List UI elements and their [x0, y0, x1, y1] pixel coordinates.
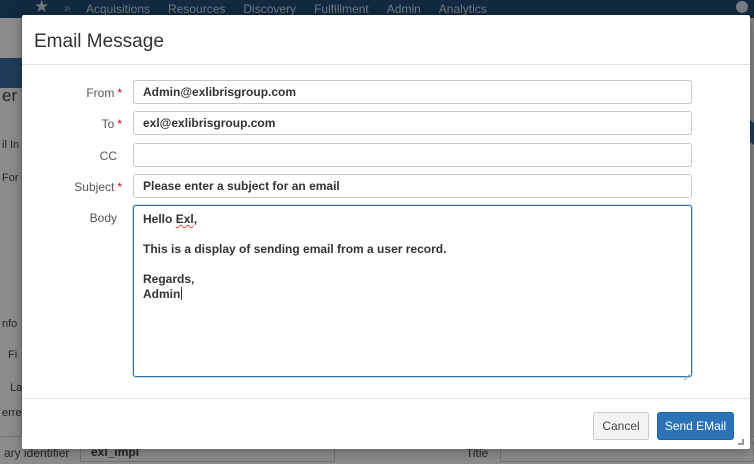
- required-marker: *: [117, 117, 122, 131]
- from-label: From *: [22, 86, 122, 100]
- dialog-resize-handle[interactable]: [738, 439, 744, 445]
- subject-label-text: Subject: [74, 180, 115, 194]
- email-message-dialog: Email Message From * Admin@exlibrisgroup.…: [22, 15, 750, 449]
- body-blank-line: [143, 227, 682, 242]
- subject-field[interactable]: Please enter a subject for an email: [133, 174, 692, 198]
- body-signature-text: Admin: [143, 287, 181, 301]
- send-email-button[interactable]: Send EMail: [657, 412, 734, 440]
- to-field[interactable]: exl@exlibrisgroup.com: [133, 111, 692, 135]
- body-line-regards: Regards,: [143, 272, 195, 286]
- dialog-title: Email Message: [34, 31, 164, 52]
- body-greeting-text: Hello: [143, 212, 173, 226]
- body-line-message: This is a display of sending email from …: [143, 242, 447, 256]
- to-label-text: To: [101, 117, 115, 131]
- to-label: To *: [22, 117, 122, 131]
- body-label: Body: [22, 211, 122, 225]
- body-textarea[interactable]: Hello Exl, This is a display of sending …: [133, 205, 692, 377]
- dialog-header: Email Message: [22, 15, 750, 65]
- body-name-text: Exl: [175, 212, 194, 226]
- body-label-text: Body: [89, 211, 117, 225]
- body-line-signature: Admin: [143, 287, 682, 302]
- required-marker: *: [117, 180, 122, 194]
- text-cursor: [181, 287, 183, 300]
- subject-label: Subject *: [22, 180, 122, 194]
- textarea-resize-handle[interactable]: [682, 367, 690, 375]
- body-comma-text: ,: [193, 212, 198, 226]
- from-field[interactable]: Admin@exlibrisgroup.com: [133, 80, 692, 104]
- cc-label: CC: [22, 149, 122, 163]
- cc-field[interactable]: [133, 143, 692, 167]
- from-label-text: From: [86, 86, 115, 100]
- cc-label-text: CC: [99, 149, 117, 163]
- body-line-greeting: Hello Exl,: [143, 212, 682, 227]
- cancel-button[interactable]: Cancel: [593, 412, 649, 440]
- body-blank-line: [143, 257, 682, 272]
- dialog-footer: Cancel Send EMail: [22, 398, 750, 449]
- required-marker: *: [117, 86, 122, 100]
